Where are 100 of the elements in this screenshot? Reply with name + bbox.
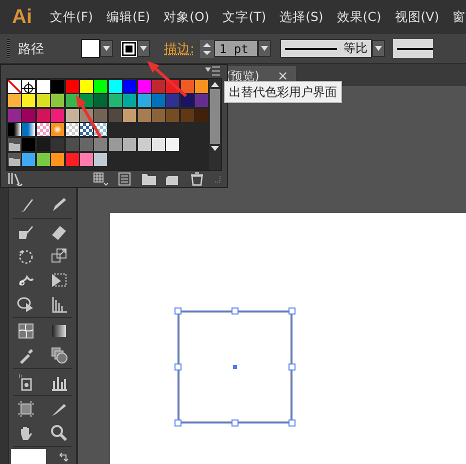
artboard-icon[interactable] bbox=[16, 400, 35, 418]
color-swatch[interactable] bbox=[108, 108, 122, 122]
color-swatch[interactable] bbox=[180, 80, 194, 93]
color-swatch[interactable] bbox=[108, 138, 122, 152]
color-swatch[interactable] bbox=[123, 108, 136, 122]
color-swatch[interactable] bbox=[138, 108, 151, 122]
color-swatch[interactable] bbox=[152, 80, 165, 93]
color-swatch[interactable] bbox=[66, 94, 79, 108]
shape-builder-icon[interactable] bbox=[16, 295, 35, 313]
fill-color-box[interactable] bbox=[11, 449, 46, 464]
color-swatch[interactable] bbox=[94, 138, 108, 152]
resize-grip-icon[interactable] bbox=[213, 175, 221, 184]
menu-item[interactable]: 视图(V) bbox=[390, 6, 444, 28]
color-swatch[interactable] bbox=[166, 138, 180, 152]
color-swatch[interactable] bbox=[51, 123, 64, 136]
brush-field[interactable] bbox=[393, 39, 434, 58]
color-swatch[interactable] bbox=[66, 123, 79, 136]
close-button[interactable]: × bbox=[277, 68, 288, 84]
menu-item[interactable]: 对象(O) bbox=[160, 6, 214, 28]
weight-dropdown[interactable] bbox=[258, 40, 272, 57]
color-swatch[interactable] bbox=[22, 108, 36, 122]
swap-icon[interactable] bbox=[58, 452, 70, 464]
color-swatch[interactable] bbox=[152, 94, 165, 108]
color-swatch[interactable] bbox=[123, 138, 136, 152]
color-swatch[interactable] bbox=[66, 153, 79, 166]
color-swatch[interactable] bbox=[36, 123, 50, 136]
stroke-dropdown[interactable] bbox=[137, 40, 150, 57]
gradient-icon[interactable] bbox=[50, 322, 68, 340]
stroke-weight-field[interactable]: 1 pt bbox=[214, 40, 258, 57]
color-swatch[interactable] bbox=[123, 94, 136, 108]
color-swatch[interactable] bbox=[138, 80, 151, 93]
color-swatch[interactable] bbox=[51, 80, 64, 93]
color-swatch[interactable] bbox=[166, 94, 180, 108]
blend-icon[interactable] bbox=[50, 346, 68, 364]
color-swatch[interactable] bbox=[22, 138, 36, 152]
fill-dropdown[interactable] bbox=[100, 40, 113, 57]
color-swatch[interactable] bbox=[152, 138, 165, 152]
color-swatch[interactable] bbox=[152, 108, 165, 122]
panel-menu-icon[interactable] bbox=[205, 64, 221, 78]
selected-rectangle[interactable] bbox=[174, 307, 296, 427]
color-swatch[interactable] bbox=[195, 108, 208, 122]
mesh-icon[interactable] bbox=[16, 322, 35, 340]
color-swatch[interactable] bbox=[123, 80, 136, 93]
registration-swatch[interactable] bbox=[22, 80, 36, 93]
folder-icon[interactable] bbox=[8, 153, 21, 166]
trash-icon[interactable] bbox=[189, 172, 205, 186]
color-swatch[interactable] bbox=[36, 94, 50, 108]
color-swatch[interactable] bbox=[22, 153, 36, 166]
color-swatch[interactable] bbox=[180, 94, 194, 108]
rotate-icon[interactable] bbox=[16, 247, 35, 265]
color-swatch[interactable] bbox=[51, 94, 64, 108]
free-transform-icon[interactable] bbox=[50, 271, 68, 289]
color-swatch[interactable] bbox=[138, 138, 151, 152]
folder-icon[interactable] bbox=[8, 138, 21, 152]
color-swatch[interactable] bbox=[8, 108, 21, 122]
color-swatch[interactable] bbox=[51, 108, 64, 122]
library-icon[interactable] bbox=[7, 172, 23, 186]
color-swatch[interactable] bbox=[180, 108, 194, 122]
menu-item[interactable]: 编辑(E) bbox=[102, 6, 154, 28]
spray-can-icon[interactable] bbox=[16, 373, 35, 391]
color-swatch[interactable] bbox=[66, 108, 79, 122]
color-swatch[interactable] bbox=[80, 138, 93, 152]
fill-swatch[interactable] bbox=[81, 39, 100, 58]
color-swatch[interactable] bbox=[94, 80, 108, 93]
color-swatch[interactable] bbox=[8, 94, 21, 108]
color-swatch[interactable] bbox=[94, 108, 108, 122]
color-swatch[interactable] bbox=[66, 138, 79, 152]
color-swatch[interactable] bbox=[36, 108, 50, 122]
menu-item[interactable]: 效果(C) bbox=[332, 6, 386, 28]
grid-view-icon[interactable] bbox=[93, 172, 109, 186]
pencil-icon[interactable] bbox=[50, 196, 68, 214]
stroke-label[interactable]: 描边: bbox=[164, 40, 194, 58]
scrollbar[interactable] bbox=[209, 79, 221, 170]
color-swatch[interactable] bbox=[36, 138, 50, 152]
color-swatch[interactable] bbox=[22, 123, 36, 136]
eraser-icon[interactable] bbox=[50, 223, 68, 241]
scroll-up-icon[interactable] bbox=[211, 81, 220, 87]
color-swatch[interactable] bbox=[80, 123, 93, 136]
color-swatch[interactable] bbox=[108, 80, 122, 93]
menu-item[interactable]: 文字(T) bbox=[218, 6, 270, 28]
color-swatch[interactable] bbox=[195, 80, 208, 93]
color-swatch[interactable] bbox=[80, 80, 93, 93]
color-swatch[interactable] bbox=[66, 80, 79, 93]
menu-item[interactable]: 窗 bbox=[448, 6, 466, 28]
spinner-icon[interactable] bbox=[200, 40, 214, 58]
color-swatch[interactable] bbox=[80, 153, 93, 166]
stroke-profile-field[interactable]: 等比 bbox=[280, 39, 372, 58]
menu-item[interactable]: 文件(F) bbox=[46, 6, 97, 28]
profile-dropdown[interactable] bbox=[372, 40, 386, 57]
scroll-down-icon[interactable] bbox=[211, 146, 220, 152]
color-swatch[interactable] bbox=[138, 94, 151, 108]
zoom-icon[interactable] bbox=[50, 424, 68, 442]
color-swatch[interactable] bbox=[51, 153, 64, 166]
color-swatch[interactable] bbox=[36, 80, 50, 93]
list-view-icon[interactable] bbox=[117, 172, 133, 186]
color-swatch[interactable] bbox=[8, 80, 21, 93]
scale-icon[interactable] bbox=[50, 247, 68, 265]
color-swatch[interactable] bbox=[108, 94, 122, 108]
color-swatch[interactable] bbox=[51, 138, 64, 152]
menu-item[interactable]: 选择(S) bbox=[276, 6, 328, 28]
